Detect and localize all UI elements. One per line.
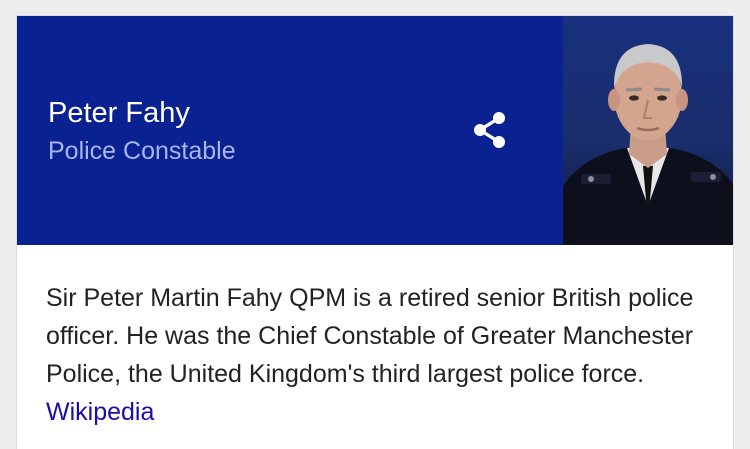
entity-subtitle: Police Constable	[48, 137, 236, 165]
title-block: Peter Fahy Police Constable	[48, 96, 236, 168]
knowledge-panel-card: Peter Fahy Police Constable Sir Peter Ma…	[17, 16, 733, 449]
entity-name: Peter Fahy	[48, 97, 190, 129]
description-text: Sir Peter Martin Fahy QPM is a retired s…	[46, 284, 694, 388]
wikipedia-link[interactable]: Wikipedia	[46, 398, 154, 426]
portrait-photo[interactable]	[563, 16, 733, 245]
description-paragraph: Sir Peter Martin Fahy QPM is a retired s…	[46, 279, 706, 431]
share-button[interactable]	[466, 106, 514, 154]
panel-header: Peter Fahy Police Constable	[17, 16, 733, 245]
share-icon	[466, 106, 514, 154]
